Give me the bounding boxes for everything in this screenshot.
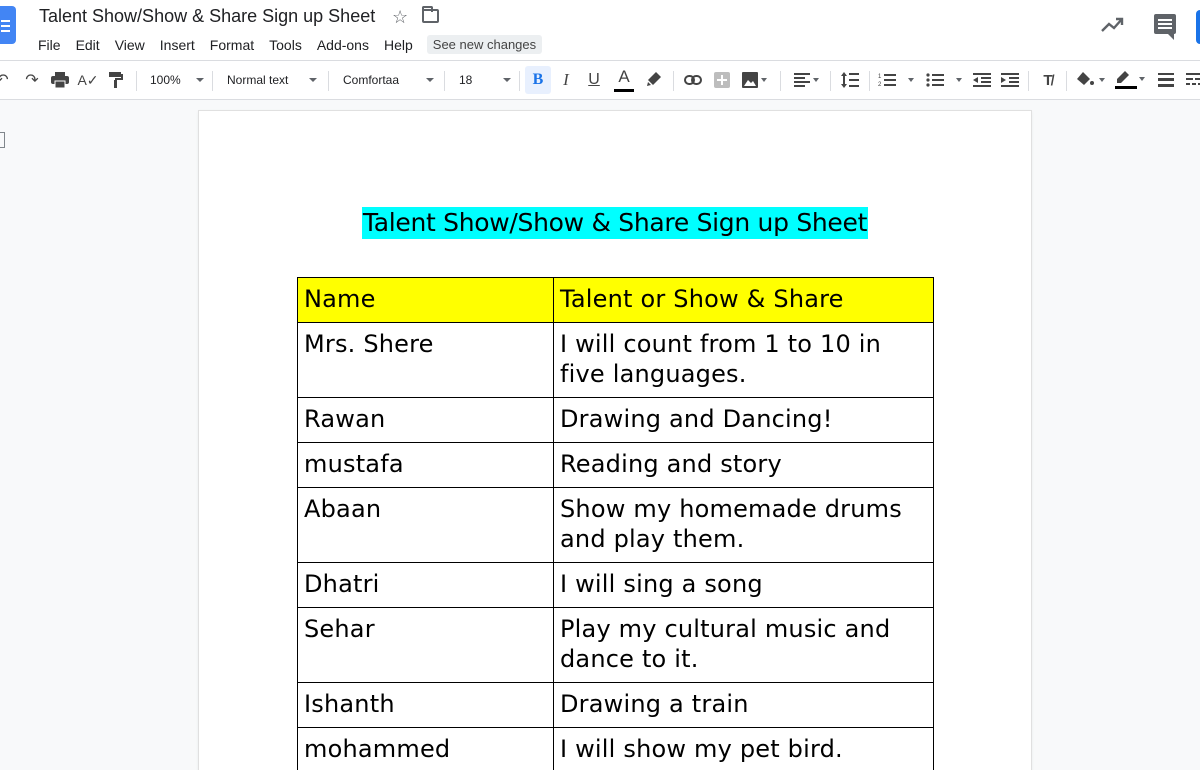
decrease-indent-icon[interactable] bbox=[970, 61, 994, 99]
name-cell[interactable]: mohammed bbox=[297, 727, 554, 770]
table-row: Abaan Show my homemade drums and play th… bbox=[297, 487, 934, 563]
svg-text:1: 1 bbox=[878, 74, 882, 80]
menu-addons[interactable]: Add-ons bbox=[317, 37, 369, 53]
signup-table[interactable]: Name Talent or Show & Share Mrs. Shere I… bbox=[297, 277, 934, 770]
border-dash-icon[interactable] bbox=[1182, 61, 1200, 99]
talent-cell[interactable]: I will sing a song bbox=[553, 562, 934, 608]
text-color-button[interactable]: A bbox=[611, 61, 637, 99]
bold-button[interactable]: B bbox=[525, 66, 551, 94]
highlight-icon[interactable] bbox=[642, 61, 666, 99]
see-new-changes-button[interactable]: See new changes bbox=[426, 35, 543, 54]
table-row: mohammed I will show my pet bird. bbox=[297, 727, 934, 770]
talent-cell[interactable]: Reading and story bbox=[553, 442, 934, 488]
table-row: Sehar Play my cultural music and dance t… bbox=[297, 607, 934, 683]
name-cell[interactable]: Sehar bbox=[297, 607, 554, 683]
table-row: Rawan Drawing and Dancing! bbox=[297, 397, 934, 443]
line-spacing-icon[interactable] bbox=[838, 61, 862, 99]
ruler-marker[interactable] bbox=[0, 132, 5, 148]
table-row: mustafa Reading and story bbox=[297, 442, 934, 488]
comments-icon[interactable] bbox=[1154, 14, 1176, 40]
font-size-select[interactable]: 18 bbox=[459, 61, 511, 99]
menu-edit[interactable]: Edit bbox=[76, 37, 100, 53]
menu-insert[interactable]: Insert bbox=[160, 37, 195, 53]
font-select[interactable]: Comfortaa bbox=[343, 61, 434, 99]
add-comment-icon[interactable] bbox=[710, 61, 734, 99]
talent-cell[interactable]: I will show my pet bird. bbox=[553, 727, 934, 770]
paint-format-icon[interactable] bbox=[104, 61, 128, 99]
svg-text:2: 2 bbox=[878, 82, 882, 87]
italic-button[interactable]: I bbox=[554, 61, 578, 99]
activity-trend-icon[interactable] bbox=[1100, 14, 1126, 36]
formatting-toolbar: ↶ ↷ A✓ 100% Normal text Comfortaa 18 B I… bbox=[0, 60, 1200, 100]
header-bar: Talent Show/Show & Share Sign up Sheet ☆… bbox=[0, 0, 1200, 60]
document-page[interactable]: Talent Show/Show & Share Sign up Sheet N… bbox=[199, 111, 1031, 770]
print-icon[interactable] bbox=[48, 61, 72, 99]
talent-cell[interactable]: Drawing a train bbox=[553, 682, 934, 728]
border-color-icon[interactable] bbox=[1112, 61, 1148, 99]
bulleted-list-icon[interactable] bbox=[924, 61, 966, 99]
text-color-label: A bbox=[618, 67, 630, 86]
increase-indent-icon[interactable] bbox=[998, 61, 1022, 99]
star-icon[interactable]: ☆ bbox=[392, 7, 408, 27]
talent-cell[interactable]: Show my homemade drums and play them. bbox=[553, 487, 934, 563]
style-value: Normal text bbox=[227, 73, 289, 87]
table-header-row: Name Talent or Show & Share bbox=[297, 277, 934, 323]
menu-bar: File Edit View Insert Format Tools Add-o… bbox=[38, 35, 543, 54]
redo-icon[interactable]: ↷ bbox=[20, 61, 44, 99]
header-name-cell[interactable]: Name bbox=[297, 277, 554, 323]
name-cell[interactable]: Abaan bbox=[297, 487, 554, 563]
menu-file[interactable]: File bbox=[38, 37, 61, 53]
table-row: Ishanth Drawing a train bbox=[297, 682, 934, 728]
talent-cell[interactable]: I will count from 1 to 10 in five langua… bbox=[553, 322, 934, 398]
underline-button[interactable]: U bbox=[582, 61, 606, 99]
docs-window: Talent Show/Show & Share Sign up Sheet ☆… bbox=[0, 0, 1200, 770]
border-width-icon[interactable] bbox=[1154, 61, 1178, 99]
share-button[interactable] bbox=[1196, 10, 1200, 44]
heading-line: Talent Show/Show & Share Sign up Sheet bbox=[199, 207, 1031, 239]
talent-cell[interactable]: Drawing and Dancing! bbox=[553, 397, 934, 443]
font-value: Comfortaa bbox=[343, 73, 400, 87]
move-to-folder-icon[interactable] bbox=[422, 6, 439, 23]
menu-format[interactable]: Format bbox=[210, 37, 254, 53]
docs-logo-icon[interactable] bbox=[0, 6, 16, 44]
talent-cell[interactable]: Play my cultural music and dance to it. bbox=[553, 607, 934, 683]
menu-view[interactable]: View bbox=[115, 37, 145, 53]
clear-formatting-icon[interactable]: T̸ bbox=[1036, 61, 1060, 99]
name-cell[interactable]: Mrs. Shere bbox=[297, 322, 554, 398]
fill-color-icon[interactable] bbox=[1074, 61, 1110, 99]
document-title[interactable]: Talent Show/Show & Share Sign up Sheet bbox=[39, 6, 375, 27]
font-size-value: 18 bbox=[459, 73, 473, 87]
header-talent-cell[interactable]: Talent or Show & Share bbox=[553, 277, 934, 323]
name-cell[interactable]: Ishanth bbox=[297, 682, 554, 728]
numbered-list-icon[interactable]: 12 bbox=[876, 61, 918, 99]
zoom-value: 100% bbox=[150, 73, 181, 87]
align-left-icon[interactable] bbox=[790, 61, 824, 99]
name-cell[interactable]: Rawan bbox=[297, 397, 554, 443]
document-heading[interactable]: Talent Show/Show & Share Sign up Sheet bbox=[361, 207, 869, 239]
zoom-select[interactable]: 100% bbox=[150, 61, 204, 99]
menu-help[interactable]: Help bbox=[384, 37, 413, 53]
name-cell[interactable]: Dhatri bbox=[297, 562, 554, 608]
menu-tools[interactable]: Tools bbox=[269, 37, 302, 53]
link-icon[interactable] bbox=[680, 61, 706, 99]
undo-icon[interactable]: ↶ bbox=[0, 61, 12, 99]
style-select[interactable]: Normal text bbox=[227, 61, 317, 99]
table-row: Dhatri I will sing a song bbox=[297, 562, 934, 608]
name-cell[interactable]: mustafa bbox=[297, 442, 554, 488]
table-row: Mrs. Shere I will count from 1 to 10 in … bbox=[297, 322, 934, 398]
spellcheck-icon[interactable]: A✓ bbox=[76, 61, 100, 99]
insert-image-icon[interactable] bbox=[738, 61, 772, 99]
